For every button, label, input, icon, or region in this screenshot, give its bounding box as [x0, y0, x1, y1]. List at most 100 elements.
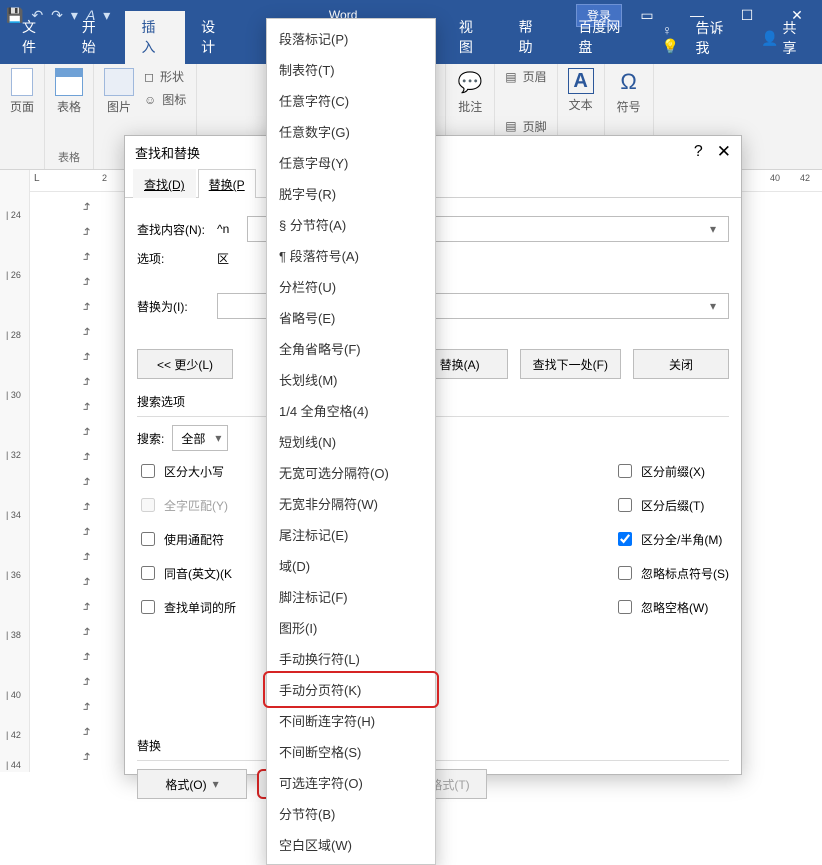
tab-home[interactable]: 开始: [66, 11, 126, 64]
lbl-options: 选项:: [137, 250, 217, 267]
chk-wildcards[interactable]: 使用通配符: [137, 529, 236, 549]
paragraph-mark: [82, 425, 92, 439]
symbol-icon: Ω: [615, 68, 643, 96]
btn-close[interactable]: 关闭: [633, 349, 729, 379]
paragraph-mark: [82, 575, 92, 589]
menu-item[interactable]: 长划线(M): [267, 364, 435, 395]
search-scope-select[interactable]: 全部: [172, 425, 228, 451]
chevron-down-icon: ▾: [213, 777, 219, 791]
tab-view[interactable]: 视图: [443, 11, 503, 64]
chk-ignore-space[interactable]: 忽略空格(W): [614, 597, 729, 617]
paragraph-mark: [82, 675, 92, 689]
chk-suffix[interactable]: 区分后缀(T): [614, 495, 729, 515]
menu-item[interactable]: 图形(I): [267, 612, 435, 643]
chk-ignore-punct[interactable]: 忽略标点符号(S): [614, 563, 729, 583]
btn-shapes[interactable]: ◻形状: [144, 68, 186, 85]
btn-textbox[interactable]: A文本: [568, 68, 594, 113]
menu-item[interactable]: 任意字符(C): [267, 85, 435, 116]
paragraph-mark: [82, 475, 92, 489]
footer-icon: ▤: [505, 119, 516, 133]
chk-whole-word[interactable]: 全字匹配(Y): [137, 495, 236, 515]
btn-icons[interactable]: ☺图标: [144, 91, 186, 108]
menu-item[interactable]: 无宽可选分隔符(O): [267, 457, 435, 488]
btn-footer[interactable]: ▤页脚: [505, 118, 546, 135]
chk-fullwidth[interactable]: 区分全/半角(M): [614, 529, 729, 549]
special-format-menu: 段落标记(P)制表符(T)任意字符(C)任意数字(G)任意字母(Y)脱字号(R)…: [266, 18, 436, 865]
paragraph-mark: [82, 500, 92, 514]
menu-item[interactable]: 尾注标记(E): [267, 519, 435, 550]
menu-item[interactable]: 空白区域(W): [267, 829, 435, 860]
paragraph-mark: [82, 300, 92, 314]
paragraph-mark: [82, 725, 92, 739]
tab-baidu[interactable]: 百度网盘: [562, 11, 649, 64]
paragraph-mark: [82, 625, 92, 639]
paragraph-mark: [82, 250, 92, 264]
btn-header[interactable]: ▤页眉: [505, 68, 546, 85]
picture-icon: [104, 68, 134, 96]
lbl-search-scope: 搜索:: [137, 430, 164, 447]
tab-help[interactable]: 帮助: [503, 11, 563, 64]
menu-item[interactable]: 不间断连字符(H): [267, 705, 435, 736]
menu-item[interactable]: 分栏符(U): [267, 271, 435, 302]
tab-design[interactable]: 设计: [185, 11, 245, 64]
btn-comment[interactable]: 💬批注: [456, 68, 484, 115]
tab-find[interactable]: 查找(D): [133, 169, 196, 198]
share-button[interactable]: 👤共享: [749, 18, 822, 64]
shapes-icon: ◻: [144, 70, 154, 84]
btn-pages[interactable]: 页面: [10, 68, 34, 115]
chk-sounds-like[interactable]: 同音(英文)(K: [137, 563, 236, 583]
menu-item[interactable]: 段落标记(P): [267, 23, 435, 54]
paragraph-mark: [82, 450, 92, 464]
paragraph-mark: [82, 200, 92, 214]
btn-table[interactable]: 表格: [55, 68, 83, 115]
menu-item[interactable]: 任意字母(Y): [267, 147, 435, 178]
paragraph-mark: [82, 525, 92, 539]
find-what-value: ^n: [217, 222, 247, 236]
chk-word-forms[interactable]: 查找单词的所: [137, 597, 236, 617]
menu-item[interactable]: 全角省略号(F): [267, 333, 435, 364]
menu-item[interactable]: 无宽非分隔符(W): [267, 488, 435, 519]
tab-insert[interactable]: 插入: [125, 11, 185, 64]
btn-less[interactable]: << 更少(L): [137, 349, 233, 379]
menu-item[interactable]: 1/4 全角空格(4): [267, 395, 435, 426]
tab-file[interactable]: 文件: [6, 11, 66, 64]
paragraph-mark: [82, 600, 92, 614]
lbl-find-what: 查找内容(N):: [137, 221, 217, 238]
paragraph-mark: [82, 325, 92, 339]
menu-item[interactable]: 制表符(T): [267, 54, 435, 85]
tell-me[interactable]: 💡告诉我: [650, 18, 749, 64]
paragraph-mark: [82, 225, 92, 239]
menu-item[interactable]: ¶ 段落符号(A): [267, 240, 435, 271]
header-icon: ▤: [505, 70, 516, 84]
chevron-down-icon[interactable]: ▾: [704, 222, 722, 236]
menu-item[interactable]: 分节符(B): [267, 798, 435, 829]
vertical-ruler: | 24 | 26 | 28 | 30 | 32 | 34 | 36 | 38 …: [0, 170, 30, 772]
dialog-close-icon[interactable]: ✕: [717, 142, 731, 162]
chevron-down-icon[interactable]: ▾: [704, 299, 722, 313]
chk-match-case[interactable]: 区分大小写: [137, 461, 236, 481]
tab-replace[interactable]: 替换(P: [198, 169, 256, 198]
menu-item[interactable]: 域(D): [267, 550, 435, 581]
menu-item[interactable]: 短划线(N): [267, 426, 435, 457]
table-icon: [55, 68, 83, 96]
btn-pictures[interactable]: 图片: [104, 68, 134, 115]
menu-item[interactable]: 手动分页符(K): [267, 674, 435, 705]
menu-item[interactable]: 省略号(E): [267, 302, 435, 333]
menu-item[interactable]: 不间断空格(S): [267, 736, 435, 767]
chk-prefix[interactable]: 区分前缀(X): [614, 461, 729, 481]
textbox-icon: A: [568, 68, 594, 94]
btn-symbol[interactable]: Ω符号: [615, 68, 643, 115]
btn-format[interactable]: 格式(O)▾: [137, 769, 247, 799]
paragraph-mark: [82, 400, 92, 414]
menu-item[interactable]: 任意数字(G): [267, 116, 435, 147]
dialog-help-icon[interactable]: ?: [694, 143, 703, 161]
menu-item[interactable]: § 分节符(A): [267, 209, 435, 240]
icons-icon: ☺: [144, 93, 156, 107]
menu-item[interactable]: 手动换行符(L): [267, 643, 435, 674]
menu-item[interactable]: 脚注标记(F): [267, 581, 435, 612]
btn-find-next[interactable]: 查找下一处(F): [520, 349, 621, 379]
menu-item[interactable]: 脱字号(R): [267, 178, 435, 209]
share-icon: 👤: [761, 30, 778, 47]
paragraph-mark: [82, 750, 92, 764]
page-icon: [11, 68, 33, 96]
